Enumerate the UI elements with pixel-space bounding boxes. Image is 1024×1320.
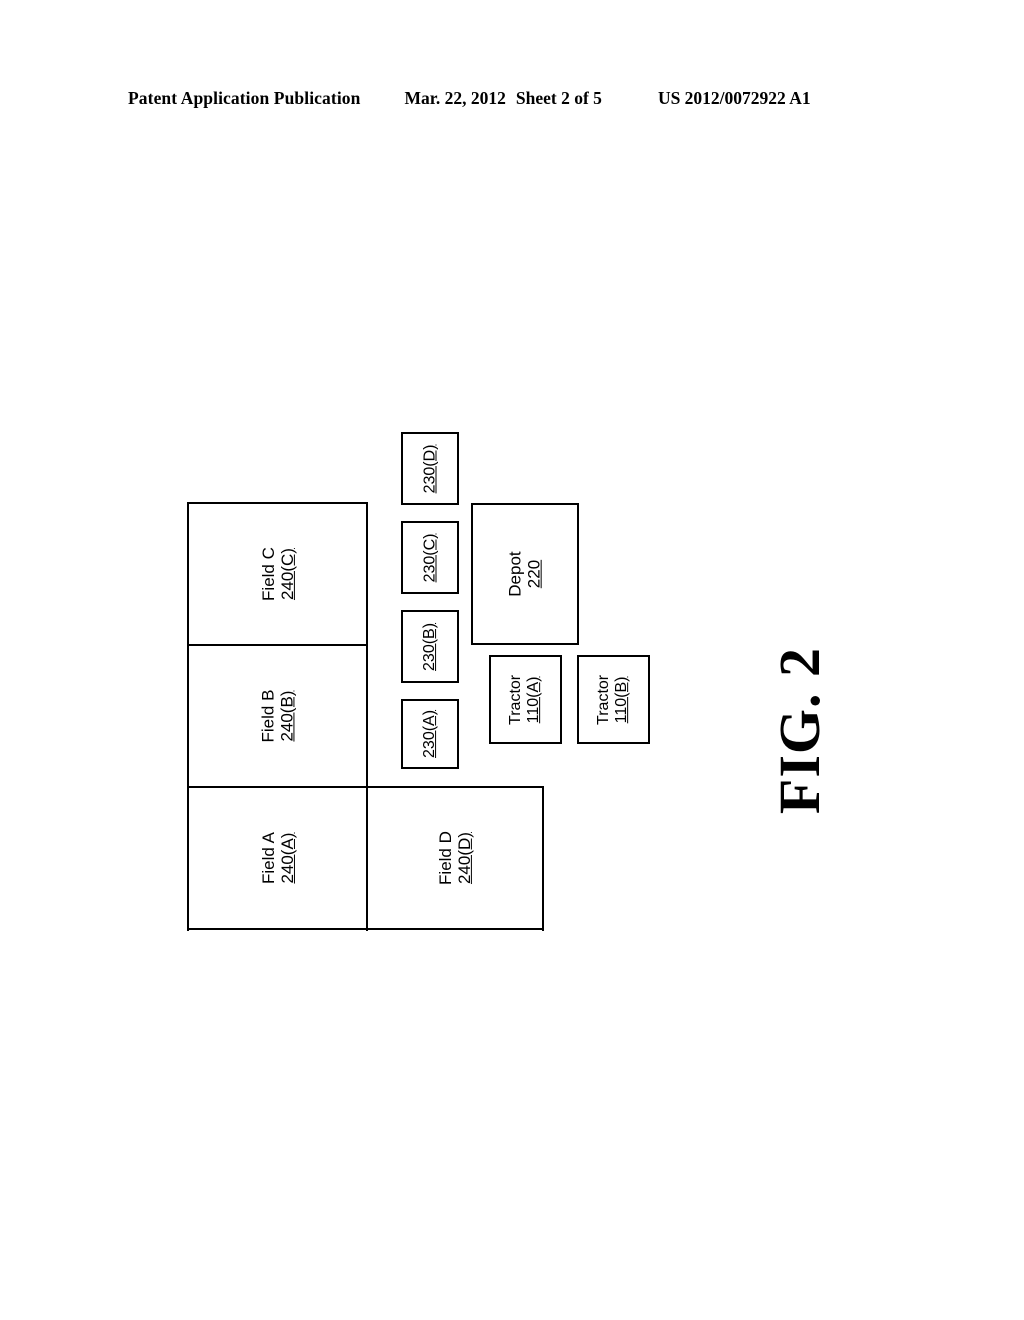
field-a-cell[interactable]: Field A 240(A) (189, 788, 366, 929)
depot-label: Depot 220 (506, 551, 544, 596)
field-d-cell[interactable]: Field D 240(D) (368, 788, 542, 929)
field-b-cell[interactable]: Field B 240(B) (189, 646, 366, 786)
field-a-name: Field A (258, 832, 278, 885)
task-230a-ref: 230(A) (421, 709, 439, 759)
depot-box[interactable]: Depot 220 (471, 503, 579, 645)
task-box-230a[interactable]: 230(A) (401, 699, 459, 769)
tractor-110a-ref: 110(A) (525, 676, 543, 723)
task-230c-ref: 230(C) (421, 533, 439, 582)
field-b-label: Field B 240(B) (258, 690, 296, 743)
task-230c-label: 230(C) (421, 533, 439, 582)
tractor-box-110b[interactable]: Tractor 110(B) (577, 655, 650, 744)
task-230b-ref: 230(B) (421, 622, 439, 671)
tractor-box-110a[interactable]: Tractor 110(A) (489, 655, 562, 744)
field-c-label: Field C 240(C) (258, 547, 296, 601)
field-b-ref: 240(B) (277, 690, 297, 742)
depot-ref: 220 (525, 559, 544, 589)
tractor-110b-label: Tractor 110(B) (596, 674, 632, 724)
figure-caption-text: FIG. 2 (767, 646, 833, 814)
tractor-110b-name: Tractor (595, 674, 613, 725)
field-d-name: Field D (435, 831, 455, 886)
task-230b-label: 230(B) (421, 622, 439, 670)
patent-page: Patent Application Publication Mar. 22, … (0, 0, 1024, 1320)
task-230d-ref: 230(D) (421, 444, 439, 493)
field-c-cell[interactable]: Field C 240(C) (189, 504, 366, 644)
task-230a-label: 230(A) (421, 710, 439, 758)
field-d-label: Field D 240(D) (436, 832, 474, 886)
task-box-230d[interactable]: 230(D) (401, 432, 459, 505)
tractor-110b-ref: 110(B) (613, 676, 631, 723)
field-c-ref: 240(C) (277, 548, 297, 600)
field-a-ref: 240(A) (277, 832, 297, 885)
depot-name: Depot (505, 551, 525, 597)
field-c-name: Field C (258, 547, 278, 601)
task-230d-label: 230(D) (421, 444, 439, 493)
task-box-230c[interactable]: 230(C) (401, 521, 459, 594)
tractor-110a-name: Tractor (507, 674, 525, 725)
figure-2-drawing: Field C 240(C) Field B 240(B) Field A 24… (0, 0, 1024, 1320)
task-box-230b[interactable]: 230(B) (401, 610, 459, 683)
field-d-ref: 240(D) (454, 832, 474, 885)
figure-caption: FIG. 2 (700, 590, 900, 870)
field-b-name: Field B (258, 689, 278, 743)
tractor-110a-label: Tractor 110(A) (508, 674, 544, 724)
field-a-label: Field A 240(A) (258, 833, 296, 885)
